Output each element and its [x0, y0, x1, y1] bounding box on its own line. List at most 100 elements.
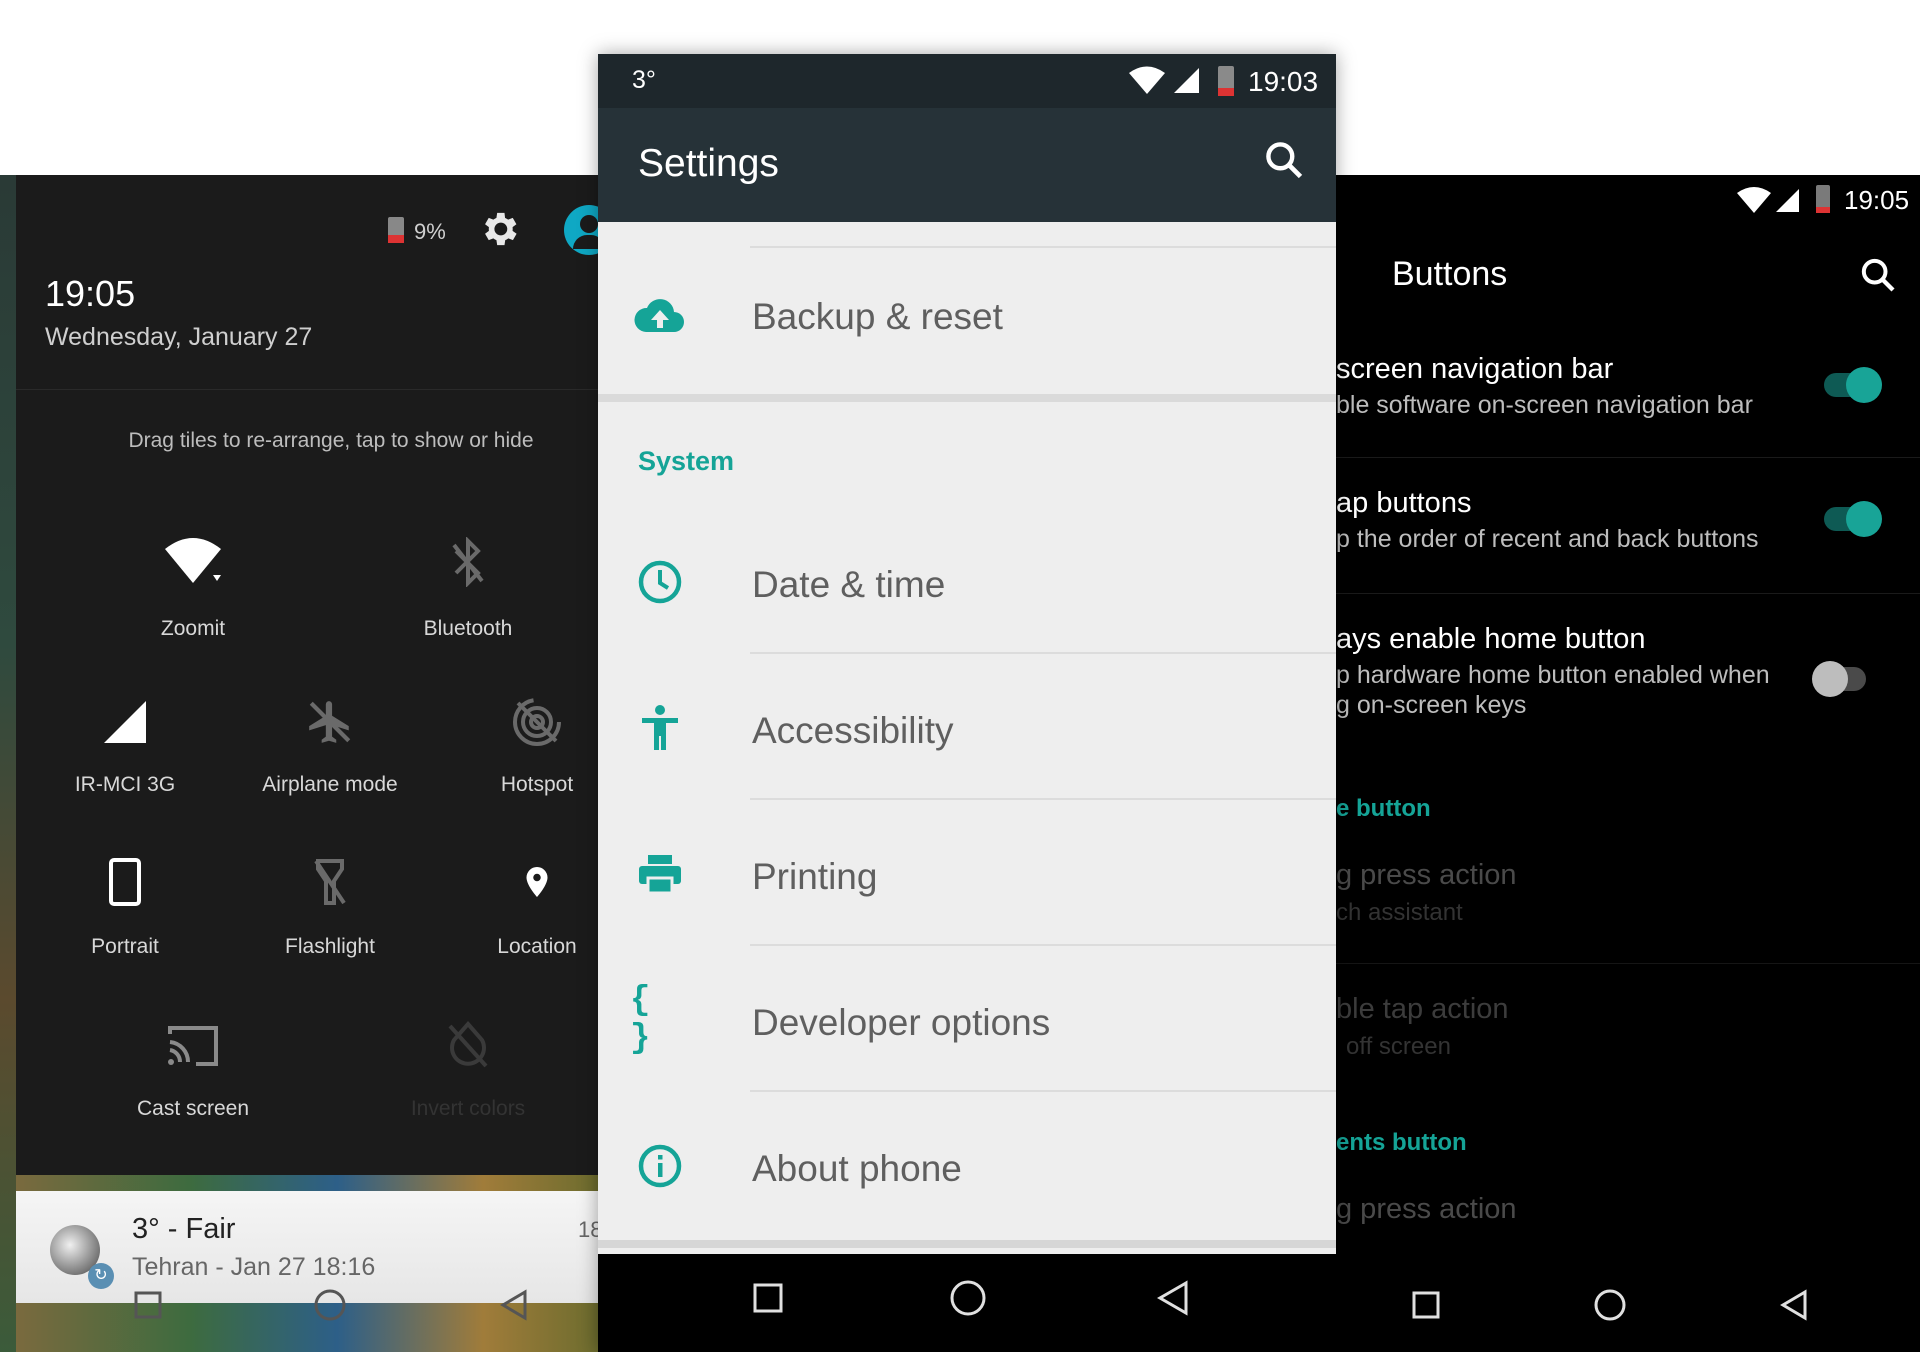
signal-status-icon — [1774, 187, 1800, 218]
settings-screen: 3° 19:03 Settings Backup & reset System … — [598, 54, 1336, 1352]
recents-button[interactable] — [128, 1285, 168, 1325]
section-header: e button — [1336, 795, 1431, 822]
cell-signal-icon[interactable] — [90, 687, 160, 757]
battery-percent: 9% — [414, 219, 446, 244]
setting-subtitle-disabled: off screen — [1346, 1033, 1451, 1060]
edit-hint: Drag tiles to re-arrange, tap to show or… — [128, 429, 534, 452]
tile-label-portrait: Portrait — [91, 935, 159, 958]
setting-title-disabled: g press action — [1336, 1193, 1517, 1225]
settings-row-label: Backup & reset — [752, 296, 1003, 337]
settings-row-printing[interactable]: Printing — [598, 814, 1336, 934]
wallpaper-edge — [0, 175, 16, 1352]
flashlight-icon[interactable] — [295, 847, 365, 917]
home-button[interactable] — [946, 1276, 990, 1320]
toggle-switch-off[interactable] — [1812, 661, 1848, 697]
settings-row-accessibility[interactable]: Accessibility — [598, 668, 1336, 788]
settings-row-date-time[interactable]: Date & time — [598, 522, 1336, 642]
section-header-system: System — [638, 446, 735, 476]
tile-label-signal: IR-MCI 3G — [74, 773, 176, 796]
battery-icon — [388, 217, 404, 243]
section-header: ents button — [1336, 1129, 1467, 1156]
toggle-switch-on[interactable] — [1846, 501, 1882, 537]
setting-subtitle: p hardware home button enabled when — [1336, 661, 1770, 689]
cloud-upload-icon — [630, 286, 690, 346]
setting-title: ap buttons — [1336, 487, 1472, 519]
setting-subtitle: ble software on-screen navigation bar — [1336, 391, 1753, 419]
divider — [750, 246, 1336, 248]
divider — [750, 944, 1336, 946]
settings-row-label: Developer options — [752, 1002, 1051, 1043]
search-icon[interactable] — [1262, 138, 1306, 187]
braces-icon: { } — [630, 982, 651, 1058]
clock-time: 19:05 — [45, 273, 136, 314]
settings-row-label: About phone — [752, 1148, 962, 1189]
tile-label-wifi: Zoomit — [160, 617, 226, 640]
bluetooth-off-icon[interactable] — [433, 527, 503, 597]
signal-status-icon — [1172, 66, 1200, 99]
quick-settings-panel: 9% 19:05 Wednesday, January 27 Drag tile… — [0, 175, 600, 1352]
settings-row-backup[interactable]: Backup & reset — [598, 260, 1336, 378]
status-temperature: 3° — [632, 66, 656, 94]
back-button[interactable] — [494, 1285, 534, 1325]
divider — [750, 1090, 1336, 1092]
setting-title-disabled: ble tap action — [1336, 993, 1509, 1025]
weather-subtitle: Tehran - Jan 27 18:16 — [132, 1253, 376, 1281]
divider — [16, 389, 600, 390]
setting-title-disabled: g press action — [1336, 859, 1517, 891]
tile-label-flashlight: Flashlight — [285, 935, 375, 958]
clock-icon — [630, 552, 690, 612]
recents-button[interactable] — [746, 1276, 790, 1320]
divider — [1336, 963, 1920, 964]
wifi-icon[interactable] — [158, 527, 228, 597]
settings-row-developer-options[interactable]: { } Developer options — [598, 960, 1336, 1080]
page-title: Settings — [638, 142, 779, 185]
airplane-icon[interactable] — [295, 687, 365, 757]
battery-status-icon — [1816, 185, 1830, 213]
location-icon[interactable] — [502, 847, 572, 917]
battery-status-icon — [1218, 66, 1234, 96]
status-time: 19:05 — [1844, 185, 1910, 215]
navigation-bar — [598, 1254, 1336, 1352]
setting-subtitle-disabled: ch assistant — [1336, 899, 1463, 926]
back-button[interactable] — [1150, 1276, 1194, 1320]
tile-label-location: Location — [497, 935, 577, 958]
setting-item-home-button[interactable]: ays enable home button p hardware home b… — [1336, 623, 1920, 783]
divider — [1336, 457, 1920, 458]
buttons-settings-screen: 19:05 Buttons screen navigation bar ble … — [1336, 175, 1920, 1352]
invert-colors-icon[interactable] — [433, 1010, 503, 1080]
page-title: Buttons — [1392, 255, 1508, 293]
home-button[interactable] — [1590, 1285, 1630, 1325]
setting-subtitle-2: g on-screen keys — [1336, 691, 1527, 719]
info-icon — [630, 1136, 690, 1196]
recents-button[interactable] — [1406, 1285, 1446, 1325]
portrait-icon[interactable] — [90, 847, 160, 917]
clock-date: Wednesday, January 27 — [45, 323, 313, 351]
wifi-status-icon — [1128, 66, 1166, 99]
hotspot-icon[interactable] — [502, 687, 572, 757]
cast-icon[interactable] — [158, 1010, 228, 1080]
setting-title: screen navigation bar — [1336, 353, 1614, 385]
notification-badge-icon: ↻ — [88, 1263, 114, 1289]
tile-label-bluetooth: Bluetooth — [423, 617, 513, 640]
back-button[interactable] — [1774, 1285, 1814, 1325]
setting-item-nav-bar[interactable]: screen navigation bar ble software on-sc… — [1336, 353, 1920, 487]
weather-title: 3° - Fair — [132, 1213, 236, 1245]
home-button[interactable] — [310, 1285, 350, 1325]
app-bar: Settings — [598, 108, 1336, 222]
status-bar: 3° 19:03 — [598, 54, 1336, 108]
toggle-switch-on[interactable] — [1846, 367, 1882, 403]
tile-label-airplane: Airplane mode — [262, 773, 398, 796]
tile-label-cast: Cast screen — [136, 1097, 250, 1120]
search-icon[interactable] — [1858, 255, 1898, 300]
setting-item-swap-buttons[interactable]: ap buttons p the order of recent and bac… — [1336, 487, 1920, 621]
gear-icon[interactable] — [477, 207, 521, 251]
divider — [1336, 593, 1920, 594]
settings-row-about-phone[interactable]: About phone — [598, 1106, 1336, 1226]
wifi-status-icon — [1736, 187, 1772, 218]
settings-row-label: Printing — [752, 856, 878, 897]
printer-icon — [630, 844, 690, 904]
section-divider — [598, 1240, 1336, 1248]
settings-row-label: Date & time — [752, 564, 946, 605]
divider — [750, 798, 1336, 800]
user-avatar-icon[interactable] — [564, 205, 600, 255]
